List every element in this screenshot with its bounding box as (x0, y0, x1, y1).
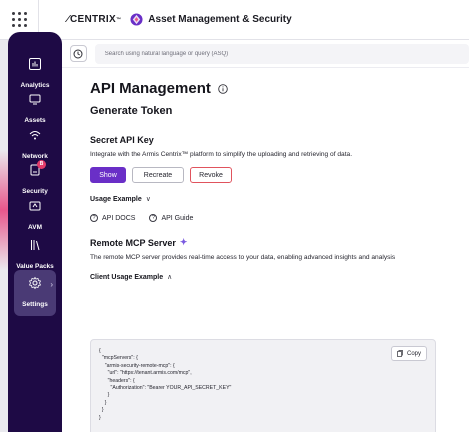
app-title: Asset Management & Security (148, 14, 292, 25)
api-docs-link[interactable]: ? API DOCS (90, 214, 135, 222)
token-actions: Show Recreate Revoke (90, 167, 460, 183)
sidebar-item-label: Value Packs (16, 263, 54, 270)
chevron-right-icon: › (50, 280, 53, 289)
centrix-logo[interactable]: ⁄ CENTRIX ™ (67, 14, 121, 25)
question-circle-icon: ? (90, 214, 98, 222)
sidebar-item-label: Settings (22, 301, 48, 308)
client-usage-toggle[interactable]: Client Usage Example ∧ (90, 273, 460, 282)
code-block: { "mcpServers": { "armis-security-remote… (90, 339, 436, 432)
question-circle-icon: ? (149, 214, 158, 222)
logo-text: CENTRIX (69, 14, 116, 25)
chevron-down-icon: ∨ (145, 196, 151, 203)
logo-tm: ™ (115, 16, 122, 23)
secret-api-key-heading: Secret API Key (90, 135, 154, 145)
revoke-button[interactable]: Revoke (190, 167, 232, 183)
copy-icon (397, 350, 403, 357)
copy-label: Copy (406, 350, 421, 357)
sidebar-item-network[interactable]: Network (8, 128, 62, 163)
logo-mark: ⁄ (67, 14, 69, 25)
copy-button[interactable]: Copy (391, 346, 427, 361)
generate-token-heading: Generate Token (90, 105, 173, 117)
sidebar-item-settings[interactable]: › Settings (14, 270, 56, 316)
asset-management-icon (130, 13, 143, 26)
main-content: API Management Generate Token Secret API… (62, 40, 469, 432)
sidebar-item-security[interactable]: B Security (8, 160, 62, 198)
page-title: API Management (90, 80, 460, 97)
analytics-icon (29, 58, 41, 70)
sidebar-item-avm[interactable]: AVM (8, 199, 62, 234)
search-bar (62, 40, 469, 68)
sidebar-item-label: AVM (28, 224, 42, 231)
remote-mcp-title: Remote MCP Server (90, 237, 176, 248)
assets-icon (29, 94, 41, 105)
avm-icon (29, 201, 41, 211)
usage-example-label: Usage Example (90, 195, 142, 203)
api-guide-label: API Guide (161, 214, 194, 222)
grid-dots-icon (11, 12, 27, 27)
settings-icon (28, 276, 42, 290)
show-button[interactable]: Show (90, 167, 126, 183)
sparkle-icon: ✦ (179, 237, 188, 247)
decorative-accent (0, 150, 8, 270)
sidebar-item-analytics[interactable]: Analytics (8, 57, 62, 92)
network-icon (29, 131, 41, 140)
sidebar-item-value-packs[interactable]: Value Packs (8, 238, 62, 273)
security-badge: B (37, 160, 46, 169)
sidebar-item-assets[interactable]: Assets (8, 92, 62, 127)
usage-links: ? API DOCS ? API Guide (90, 214, 460, 222)
api-management-panel: API Management Generate Token Secret API… (90, 80, 460, 432)
value-packs-icon (31, 240, 40, 251)
sidebar-item-label: Network (22, 153, 48, 160)
sidebar-item-label: Analytics (20, 82, 50, 89)
chevron-up-icon: ∧ (167, 274, 173, 281)
page-title-text: API Management (90, 80, 211, 97)
remote-mcp-heading: Remote MCP Server ✦ (90, 237, 460, 248)
history-button[interactable] (70, 45, 87, 62)
client-usage-label: Client Usage Example (90, 273, 164, 281)
top-header: ⁄ CENTRIX ™ Asset Management & Security (0, 0, 469, 40)
recreate-button[interactable]: Recreate (132, 167, 184, 183)
app-root: ⁄ CENTRIX ™ Asset Management & Security … (0, 0, 469, 432)
search-input[interactable] (94, 43, 469, 64)
code-snippet: { "mcpServers": { "armis-security-remote… (99, 348, 232, 421)
secret-api-key-description: Integrate with the Armis Centrix™ platfo… (90, 151, 353, 158)
left-sidebar: Analytics Assets Network B Security AVM … (8, 32, 62, 432)
api-guide-link[interactable]: ? API Guide (149, 214, 193, 222)
clock-icon (73, 49, 83, 58)
api-docs-label: API DOCS (102, 214, 136, 222)
info-icon[interactable] (218, 83, 228, 94)
sidebar-item-label: Assets (24, 117, 46, 124)
remote-mcp-description: The remote MCP server provides real-time… (90, 254, 396, 261)
usage-example-toggle[interactable]: Usage Example ∨ (90, 195, 460, 204)
sidebar-item-label: Security (22, 188, 48, 195)
